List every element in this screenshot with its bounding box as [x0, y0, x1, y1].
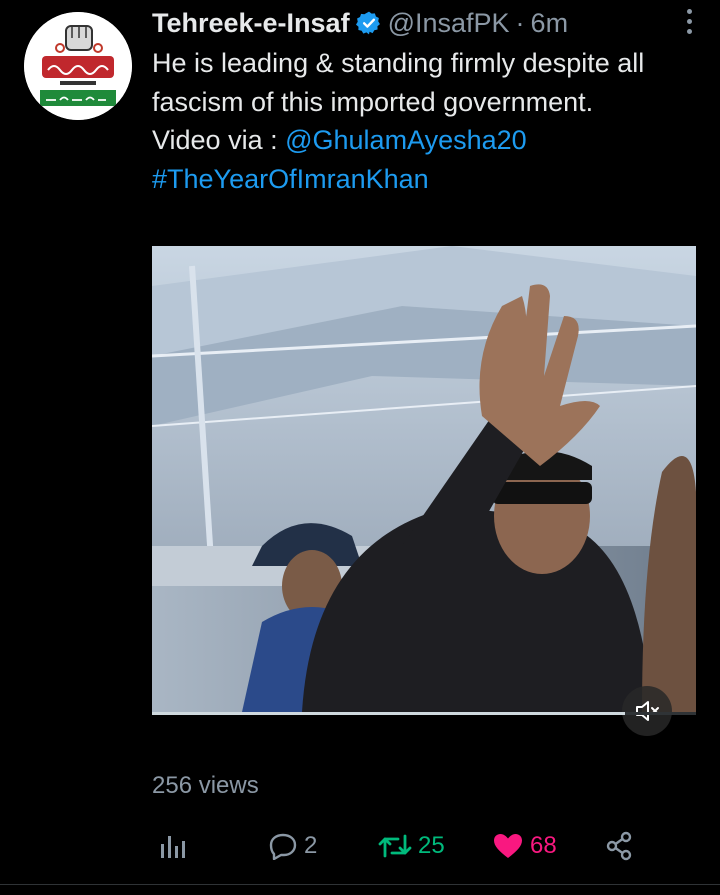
heart-icon — [494, 834, 522, 858]
video-frame — [152, 246, 696, 712]
party-logo — [24, 12, 132, 120]
like-count: 68 — [530, 832, 557, 859]
author-avatar[interactable] — [24, 12, 132, 120]
mention-link[interactable]: @GhulamAyesha20 — [285, 125, 527, 155]
verified-badge-icon — [355, 11, 380, 35]
analytics-icon — [161, 836, 185, 858]
retweet-button[interactable]: 25 — [378, 826, 445, 866]
tweet-text-line: fascism of this imported government. — [152, 86, 594, 117]
speaker-muted-icon[interactable] — [622, 686, 672, 736]
header-separator: · — [515, 7, 525, 38]
tweet-text-line: He is leading & standing firmly despite … — [152, 48, 645, 78]
analytics-button[interactable] — [158, 826, 186, 866]
video-credit-label: Video via : — [152, 125, 278, 155]
video-player[interactable] — [152, 246, 696, 712]
share-icon — [606, 831, 632, 861]
like-button[interactable]: 68 — [492, 826, 557, 866]
view-count: 256 views — [152, 772, 259, 799]
tweet-header: Tehreek-e-Insaf @InsafPK · 6m — [152, 6, 700, 40]
tweet-action-bar: 2 25 68 — [152, 826, 652, 866]
tweet-text: He is leading & standing firmly despite … — [152, 44, 708, 198]
tweet-timestamp[interactable]: 6m — [531, 8, 569, 39]
hashtag-link[interactable]: #TheYearOfImranKhan — [152, 160, 708, 199]
reply-button[interactable]: 2 — [268, 826, 317, 866]
reply-icon — [269, 833, 297, 860]
tweet-text-line: Video via : @GhulamAyesha20 — [152, 121, 708, 160]
author-name[interactable]: Tehreek-e-Insaf — [152, 8, 350, 39]
more-options-icon[interactable] — [684, 4, 694, 38]
reply-count: 2 — [304, 832, 318, 859]
author-handle[interactable]: @InsafPK — [388, 8, 510, 39]
video-progress-fill — [152, 712, 626, 715]
retweet-icon — [378, 834, 412, 858]
divider — [0, 884, 720, 885]
retweet-count: 25 — [418, 832, 445, 859]
video-progress-bar[interactable] — [152, 712, 696, 715]
share-button[interactable] — [604, 826, 634, 866]
